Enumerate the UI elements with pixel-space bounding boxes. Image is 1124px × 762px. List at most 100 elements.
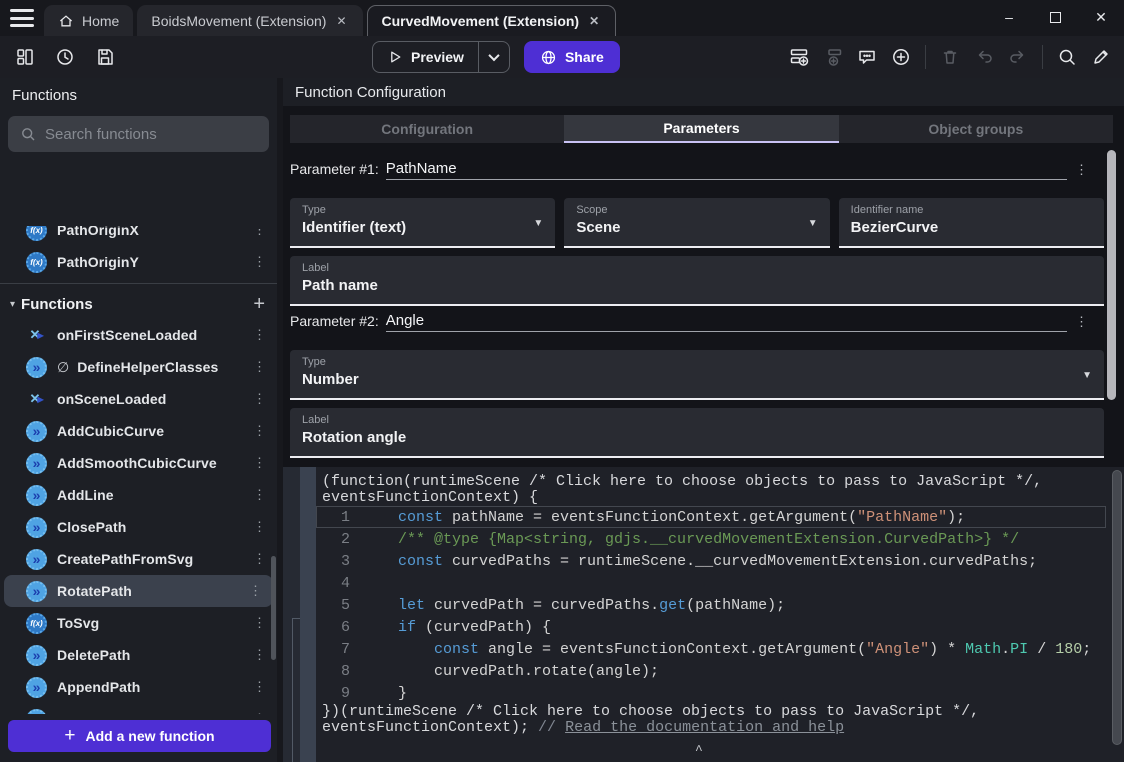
parameter-1-scope-dropdown[interactable]: Scope Scene ▼ <box>564 198 829 248</box>
function-item-DuplicatedPath[interactable]: »DuplicatedPath⋮ <box>0 703 277 714</box>
parameter-1-identifier-input[interactable]: Identifier name BezierCurve <box>839 198 1104 248</box>
item-menu-icon[interactable]: ⋮ <box>253 615 267 631</box>
preview-dropdown-button[interactable] <box>479 42 509 72</box>
add-event-icon[interactable] <box>784 42 814 72</box>
code-line-9[interactable]: 9 } <box>316 682 1106 704</box>
function-item-AddCubicCurve[interactable]: »AddCubicCurve⋮ <box>0 415 277 447</box>
function-item-AddLine[interactable]: » AddLine ⋮ <box>0 479 277 511</box>
code-line-2[interactable]: 2 /** @type {Map<string, gdjs.__curvedMo… <box>316 528 1106 550</box>
function-item-PathOriginX[interactable]: f(x)PathOriginX⋮ <box>0 226 277 246</box>
minimize-button[interactable]: – <box>986 0 1032 34</box>
item-menu-icon[interactable]: ⋮ <box>253 359 267 375</box>
tab-parameters[interactable]: Parameters <box>564 115 838 143</box>
function-item-DeletePath[interactable]: »DeletePath⋮ <box>0 639 277 671</box>
main-menu-icon[interactable] <box>10 9 34 27</box>
function-item-ClosePath[interactable]: »ClosePath⋮ <box>0 511 277 543</box>
window-tab[interactable]: Home <box>44 5 133 36</box>
tab-close-icon[interactable]: ✕ <box>587 12 601 30</box>
circle-plus-icon[interactable] <box>886 42 916 72</box>
parameter-1-label-input[interactable]: Label Path name <box>290 256 1104 306</box>
function-item-CreatePathFromSvg[interactable]: »CreatePathFromSvg⋮ <box>0 543 277 575</box>
function-item-onSceneLoaded[interactable]: ✕▸onSceneLoaded⋮ <box>0 383 277 415</box>
window-tab[interactable]: CurvedMovement (Extension)✕ <box>367 5 617 36</box>
parameter-2-label-input[interactable]: Label Rotation angle <box>290 408 1104 458</box>
history-icon[interactable] <box>50 42 80 72</box>
comment-icon[interactable] <box>852 42 882 72</box>
panels-icon[interactable] <box>10 42 40 72</box>
function-item-DefineHelperClasses[interactable]: »∅DefineHelperClasses⋮ <box>0 351 277 383</box>
parameter-2-menu-icon[interactable]: ⋮ <box>1075 314 1089 330</box>
code-line-1[interactable]: 1 const pathName = eventsFunctionContext… <box>316 506 1106 528</box>
dropdown-arrow-icon: ▼ <box>808 218 818 229</box>
edit-extension-icon[interactable] <box>1086 42 1116 72</box>
parameter-2-name-input[interactable]: Angle <box>386 312 1067 332</box>
share-button[interactable]: Share <box>524 41 620 73</box>
functions-group-header[interactable]: ▾ Functions + <box>0 289 277 319</box>
item-menu-icon[interactable]: ⋮ <box>253 327 267 343</box>
tab-label: BoidsMovement (Extension) <box>151 13 326 29</box>
function-item-AddSmoothCubicCurve[interactable]: »AddSmoothCubicCurve⋮ <box>0 447 277 479</box>
code-line-8[interactable]: 8 curvedPath.rotate(angle); <box>316 660 1106 682</box>
code-line-4[interactable]: 4 <box>316 572 1106 594</box>
item-menu-icon[interactable]: ⋮ <box>253 519 267 535</box>
code-wrapper-line[interactable]: (function(runtimeScene /* Click here to … <box>316 467 1106 490</box>
item-menu-icon[interactable]: ⋮ <box>253 226 267 238</box>
code-editor[interactable]: (function(runtimeScene /* Click here to … <box>316 467 1106 762</box>
parameter-1-menu-icon[interactable]: ⋮ <box>1075 162 1089 178</box>
add-icon[interactable]: + <box>253 293 265 316</box>
code-line-5[interactable]: 5 let curvedPath = curvedPaths.get(pathN… <box>316 594 1106 616</box>
item-menu-icon[interactable]: ⋮ <box>253 391 267 407</box>
preview-label: Preview <box>411 49 464 65</box>
code-line-7[interactable]: 7 const angle = eventsFunctionContext.ge… <box>316 638 1106 660</box>
item-menu-icon[interactable]: ⋮ <box>253 711 267 714</box>
function-label: AddLine <box>57 487 243 503</box>
tab-configuration[interactable]: Configuration <box>290 115 564 143</box>
window-tab[interactable]: BoidsMovement (Extension) ✕ <box>137 5 362 36</box>
save-icon[interactable] <box>90 42 120 72</box>
item-menu-icon[interactable]: ⋮ <box>253 679 267 695</box>
function-item-AppendPath[interactable]: »AppendPath⋮ <box>0 671 277 703</box>
item-menu-icon[interactable]: ⋮ <box>253 423 267 439</box>
group-label: Functions <box>21 296 247 313</box>
code-line-3[interactable]: 3 const curvedPaths = runtimeScene.__cur… <box>316 550 1106 572</box>
search-icon[interactable] <box>1052 42 1082 72</box>
item-menu-icon[interactable]: ⋮ <box>253 254 267 270</box>
line-number: 2 <box>316 531 350 548</box>
item-menu-icon[interactable]: ⋮ <box>249 583 263 599</box>
editor-scrollbar[interactable] <box>1112 470 1122 745</box>
event-indent-guide <box>292 618 293 762</box>
expression-function-icon: f(x) <box>26 613 47 634</box>
tab-close-icon[interactable]: ✕ <box>334 12 348 30</box>
function-item-onFirstSceneLoaded[interactable]: ✕▸onFirstSceneLoaded⋮ <box>0 319 277 351</box>
code-wrapper-line[interactable]: })(runtimeScene /* Click here to choose … <box>316 704 1106 720</box>
preview-button[interactable]: Preview <box>372 41 510 73</box>
function-item-ToSvg[interactable]: f(x)ToSvg⋮ <box>0 607 277 639</box>
action-function-icon: » <box>26 485 47 506</box>
item-menu-icon[interactable]: ⋮ <box>253 551 267 567</box>
add-function-button[interactable]: + Add a new function <box>8 720 271 752</box>
close-button[interactable]: ✕ <box>1078 0 1124 34</box>
documentation-link[interactable]: Read the documentation and help <box>565 719 844 736</box>
function-label: DuplicatedPath <box>57 711 243 714</box>
code-text: curvedPath.rotate(angle); <box>350 663 659 680</box>
item-menu-icon[interactable]: ⋮ <box>253 647 267 663</box>
scroll-down-indicator[interactable]: ^ <box>695 743 703 758</box>
item-menu-icon[interactable]: ⋮ <box>253 487 267 503</box>
collapse-caret-icon[interactable]: ▾ <box>10 299 15 310</box>
function-item-RotatePath[interactable]: »RotatePath⋮ <box>4 575 273 607</box>
parameter-1-name-input[interactable]: PathName <box>386 160 1067 180</box>
line-number: 7 <box>316 641 350 658</box>
function-item-PathOriginY[interactable]: f(x)PathOriginY⋮ <box>0 246 277 278</box>
code-line-6[interactable]: 6 if (curvedPath) { <box>316 616 1106 638</box>
function-label: DeletePath <box>57 647 243 663</box>
item-menu-icon[interactable]: ⋮ <box>253 455 267 471</box>
code-wrapper-line[interactable]: eventsFunctionContext) { <box>316 490 1106 506</box>
tab-object-groups[interactable]: Object groups <box>839 115 1113 143</box>
sidebar-scrollbar[interactable] <box>271 556 276 660</box>
search-functions-input[interactable]: Search functions <box>8 116 269 152</box>
parameter-1-type-dropdown[interactable]: Type Identifier (text) ▼ <box>290 198 555 248</box>
parameter-2-type-dropdown[interactable]: Type Number ▼ <box>290 350 1104 400</box>
event-drag-handle[interactable] <box>300 467 316 762</box>
parameters-scrollbar[interactable] <box>1107 150 1116 400</box>
maximize-button[interactable] <box>1032 0 1078 34</box>
